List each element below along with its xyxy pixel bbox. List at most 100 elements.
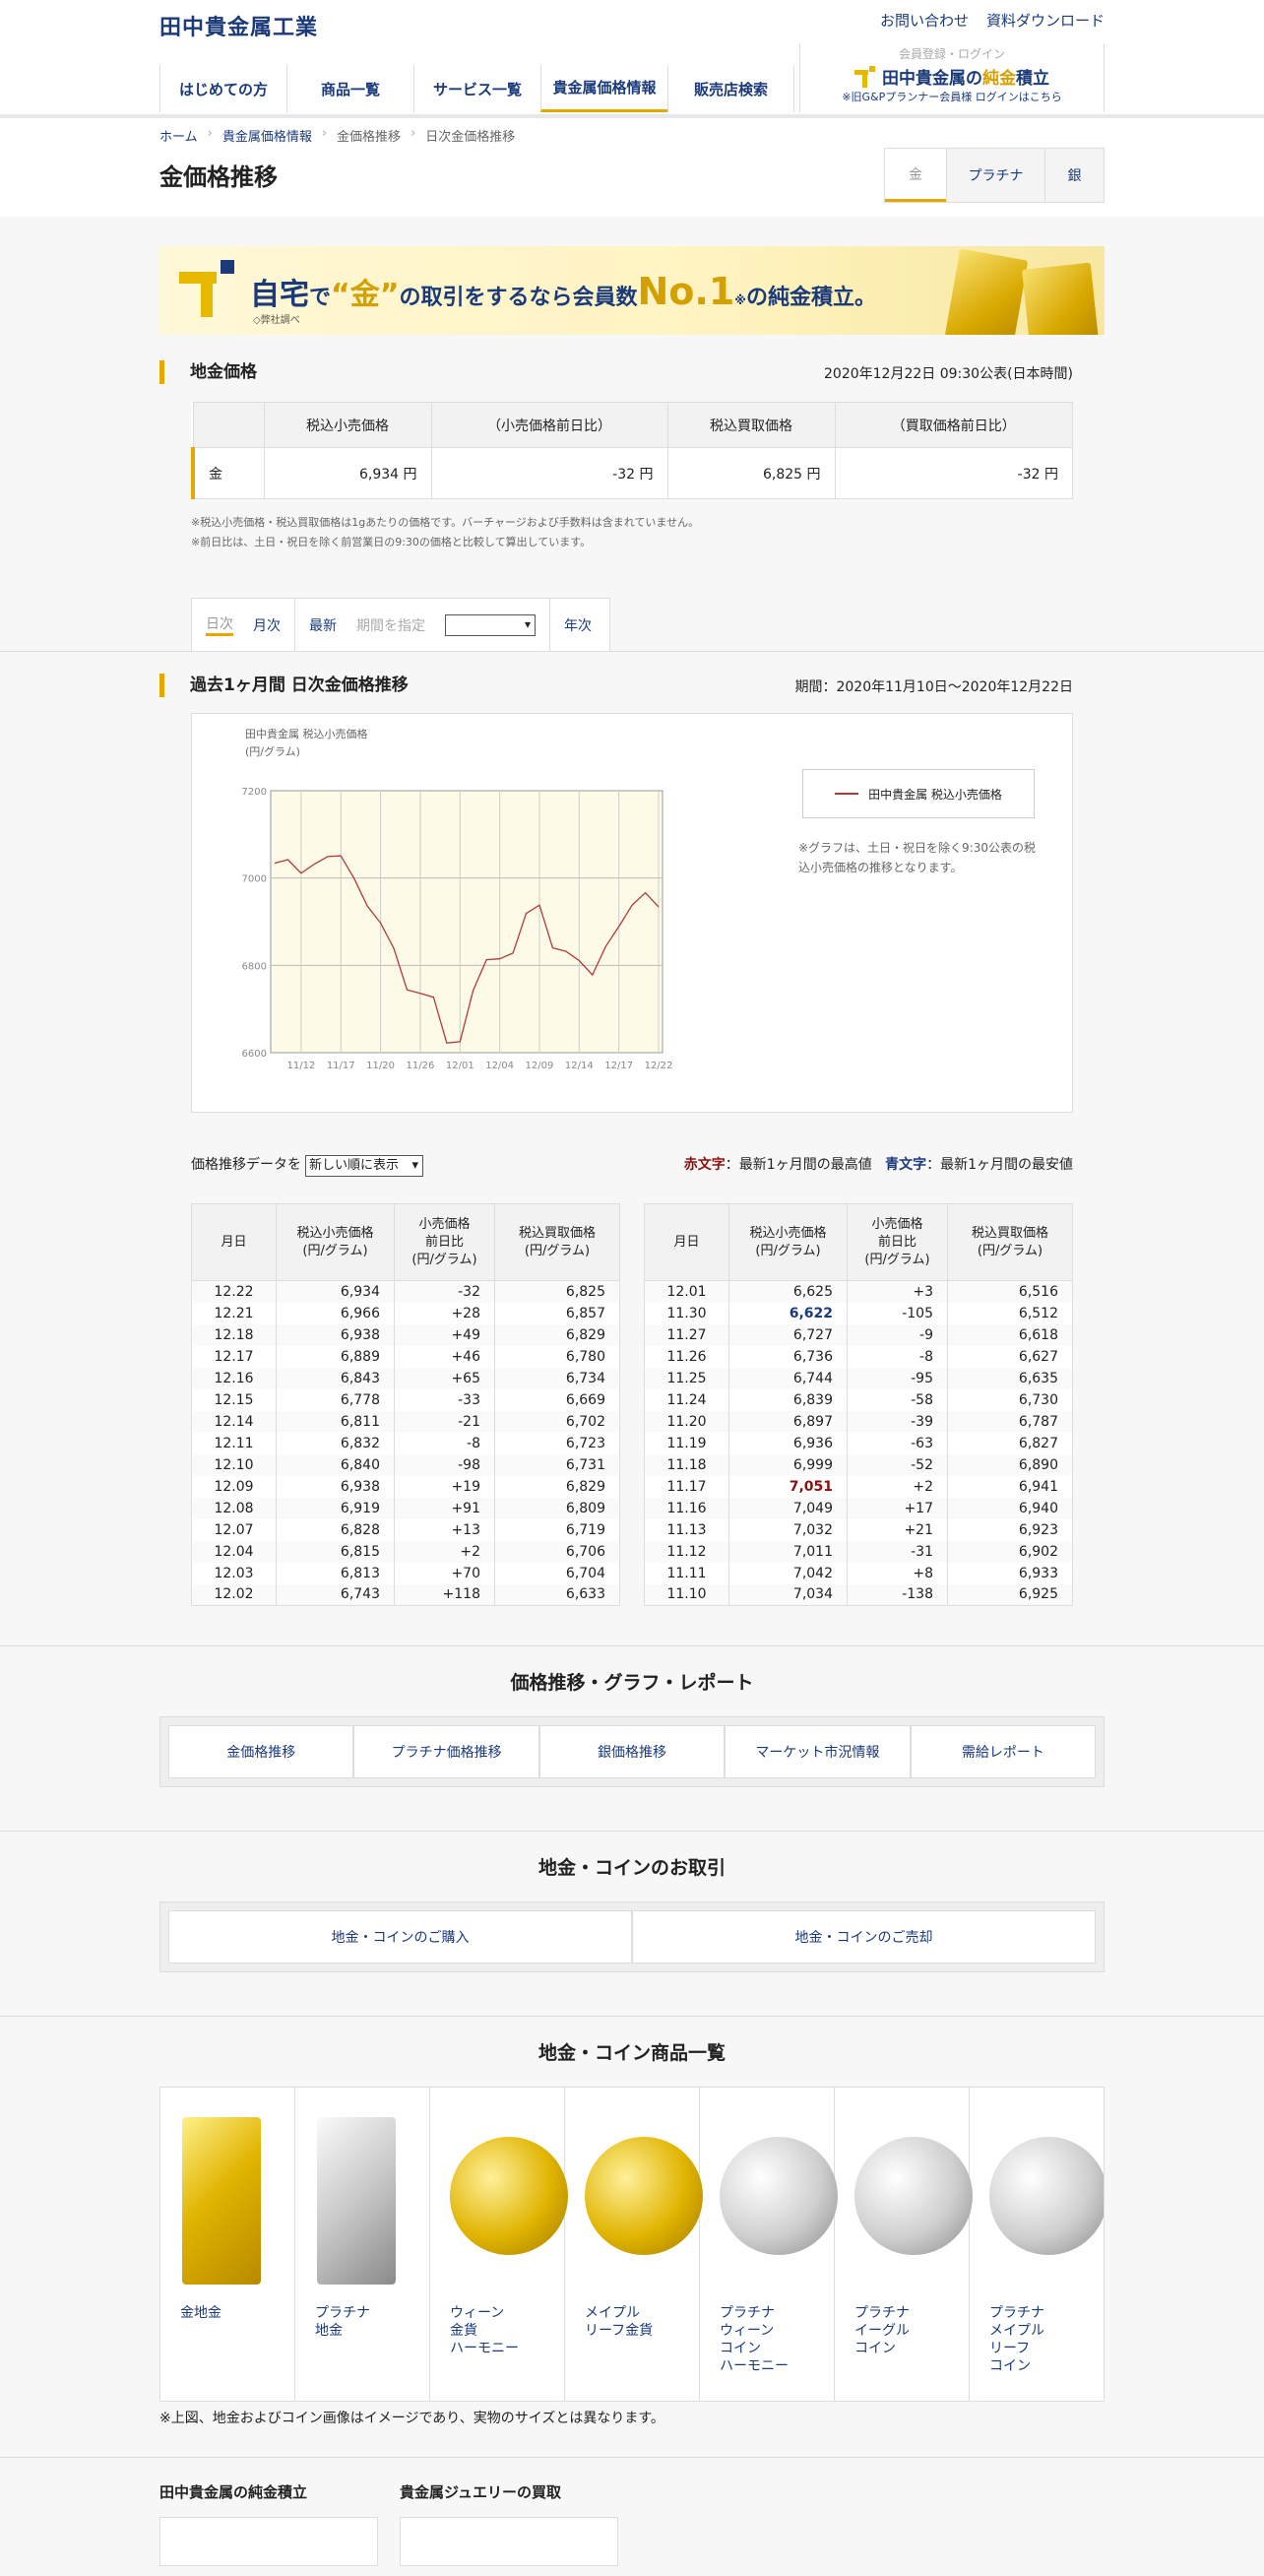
product-card[interactable]: プラチナ 地金	[295, 2088, 430, 2401]
link-silver-trend[interactable]: 銀価格推移	[538, 1725, 726, 1778]
table-cell: 12.16	[191, 1367, 277, 1389]
table-cell: 12.10	[191, 1453, 277, 1476]
tab-silver[interactable]: 銀	[1044, 149, 1104, 202]
brand-text-a: 田中貴金属の	[882, 69, 982, 89]
table-row: 11.30 6,622 -105 6,512	[644, 1302, 1073, 1324]
link-buy-bullion[interactable]: 地金・コインのご購入	[168, 1910, 632, 1964]
member-login-link[interactable]: 会員登録・ログイン	[800, 45, 1104, 62]
price-chart-box: 田中貴金属 税込小売価格 (円/グラム) 6600 6800 7000 7200 11/12…	[191, 713, 1073, 1113]
product-card[interactable]: プラチナ ウィーン コイン ハーモニー	[700, 2088, 838, 2401]
table-cell: 6,999	[728, 1453, 848, 1476]
legacy-login-link[interactable]: ※旧G&Pプランナー会員様 ログインはこちら	[800, 89, 1104, 104]
y-tick-label: 6800	[242, 961, 267, 972]
table-cell: 11.20	[644, 1410, 729, 1433]
product-image	[450, 2137, 568, 2255]
period-yearly[interactable]: 年次	[564, 615, 592, 635]
x-tick-label: 12/04	[485, 1061, 514, 1071]
breadcrumb-gold-trend[interactable]: 金価格推移	[337, 126, 401, 145]
table-cell: +49	[394, 1323, 495, 1346]
table-row: 12.01 6,625 +3 6,516	[644, 1280, 1073, 1303]
banner-logo-icon	[179, 260, 238, 319]
product-image	[720, 2137, 838, 2255]
breadcrumb-home[interactable]: ホーム	[159, 126, 198, 145]
table-row: 12.11 6,832 -8 6,723	[191, 1432, 620, 1454]
link-market-info[interactable]: マーケット市況情報	[725, 1725, 911, 1778]
promo-banner[interactable]: 自宅で“金”の取引をするなら会員数No.1※の純金積立。 ◇弊社調べ	[159, 246, 1105, 335]
period-daily[interactable]: 日次	[206, 613, 233, 636]
table-row: 12.22 6,934 -32 6,825	[191, 1280, 620, 1303]
nav-store-search[interactable]: 販売店検索	[667, 65, 794, 112]
table-cell: 11.11	[644, 1562, 729, 1584]
link-gold-trend[interactable]: 金価格推移	[168, 1725, 354, 1778]
tsumitate-banner[interactable]	[159, 2517, 378, 2566]
table-cell: 6,828	[276, 1518, 395, 1541]
product-label[interactable]: ウィーン 金貨 ハーモニー	[450, 2304, 519, 2357]
member-login-box[interactable]: 会員登録・ログイン 田中貴金属の純金積立 ※旧G&Pプランナー会員様 ログインは…	[799, 43, 1105, 112]
table-cell: +19	[394, 1475, 495, 1498]
period-yearly-segment: 年次	[550, 599, 605, 651]
product-label[interactable]: プラチナ イーグル コイン	[854, 2304, 910, 2357]
table-cell: -33	[394, 1388, 495, 1411]
period-latest[interactable]: 最新	[309, 615, 337, 635]
sort-select[interactable]: 新しい順に表示	[305, 1155, 423, 1177]
table-cell: 11.16	[644, 1497, 729, 1519]
table-cell: 6,941	[947, 1475, 1073, 1498]
table-cell: +91	[394, 1497, 495, 1519]
jewelry-buyback-banner[interactable]	[400, 2517, 618, 2566]
product-card[interactable]: ウィーン 金貨 ハーモニー	[430, 2088, 568, 2401]
table-cell: 11.25	[644, 1367, 729, 1389]
brand-text-c: 積立	[1016, 69, 1049, 89]
title-bar: ホーム › 貴金属価格情報 › 金価格推移 › 日次金価格推移 金価格推移 金 プラチ…	[0, 118, 1264, 217]
spot-notes: ※税込小売価格・税込買取価格は1gあたりの価格です。バーチャージおよび手数料は含…	[191, 513, 1105, 552]
breadcrumb-price-info[interactable]: 貴金属価格情報	[222, 126, 312, 145]
tab-platinum[interactable]: プラチナ	[946, 149, 1044, 202]
bottom-right-title[interactable]: 貴金属ジュエリーの買取	[400, 2481, 561, 2502]
product-label[interactable]: プラチナ メイプル リーフ コイン	[989, 2304, 1044, 2375]
product-card[interactable]: 金地金	[160, 2088, 295, 2401]
legend-line-swatch	[835, 793, 859, 795]
site-logo[interactable]: 田中貴金属工業	[159, 10, 318, 41]
product-card[interactable]: プラチナ メイプル リーフ コイン	[970, 2088, 1104, 2401]
x-tick-label: 12/01	[446, 1061, 474, 1071]
y-axis-label: (円/グラム)	[245, 744, 300, 758]
products-title: 地金・コイン商品一覧	[537, 2042, 726, 2064]
tsumitate-brand[interactable]: 田中貴金属の純金積立	[800, 64, 1104, 89]
product-label[interactable]: メイプル リーフ金貨	[585, 2304, 653, 2340]
contact-link[interactable]: お問い合わせ	[880, 10, 969, 31]
download-link[interactable]: 資料ダウンロード	[986, 10, 1105, 31]
spot-price-published: 2020年12月22日 09:30公表(日本時間)	[824, 366, 1073, 382]
table-cell: 6,736	[728, 1345, 848, 1368]
product-label[interactable]: 金地金	[180, 2304, 221, 2322]
link-platinum-trend[interactable]: プラチナ価格推移	[353, 1725, 539, 1778]
table-cell: +28	[394, 1302, 495, 1324]
table-row: 12.17 6,889 +46 6,780	[191, 1345, 620, 1368]
nav-price-info[interactable]: 貴金属価格情報	[540, 65, 667, 112]
table-cell: -31	[847, 1540, 948, 1563]
table-cell: 6,516	[947, 1280, 1073, 1303]
product-label[interactable]: プラチナ 地金	[315, 2304, 370, 2340]
left-th-3: 税込買取価格 (円/グラム)	[494, 1203, 620, 1281]
nav-products[interactable]: 商品一覧	[286, 65, 413, 112]
nav-services[interactable]: サービス一覧	[413, 65, 540, 112]
product-label[interactable]: プラチナ ウィーン コイン ハーモニー	[720, 2304, 789, 2375]
bottom-left-title[interactable]: 田中貴金属の純金積立	[159, 2481, 307, 2502]
period-range-select[interactable]	[445, 613, 536, 636]
table-cell: 6,919	[276, 1497, 395, 1519]
table-cell: 6,936	[728, 1432, 848, 1454]
link-sell-bullion[interactable]: 地金・コインのご売却	[632, 1910, 1096, 1964]
table-cell: 6,827	[947, 1432, 1073, 1454]
product-card[interactable]: プラチナ イーグル コイン	[835, 2088, 973, 2401]
link-supply-report[interactable]: 需給レポート	[910, 1725, 1097, 1778]
x-tick-label: 11/12	[286, 1061, 315, 1071]
table-cell: -95	[847, 1367, 948, 1389]
spot-buy-diff: -32 円	[834, 447, 1073, 499]
page-title: 金価格推移	[159, 163, 278, 191]
table-cell: +2	[847, 1475, 948, 1498]
table-row: 11.10 7,034 -138 6,925	[644, 1583, 1073, 1606]
table-cell: 6,897	[728, 1410, 848, 1433]
table-cell: 12.21	[191, 1302, 277, 1324]
tab-gold[interactable]: 金	[885, 149, 946, 202]
product-card[interactable]: メイプル リーフ金貨	[565, 2088, 703, 2401]
nav-beginners[interactable]: はじめての方	[159, 65, 286, 112]
period-monthly[interactable]: 月次	[253, 615, 281, 635]
